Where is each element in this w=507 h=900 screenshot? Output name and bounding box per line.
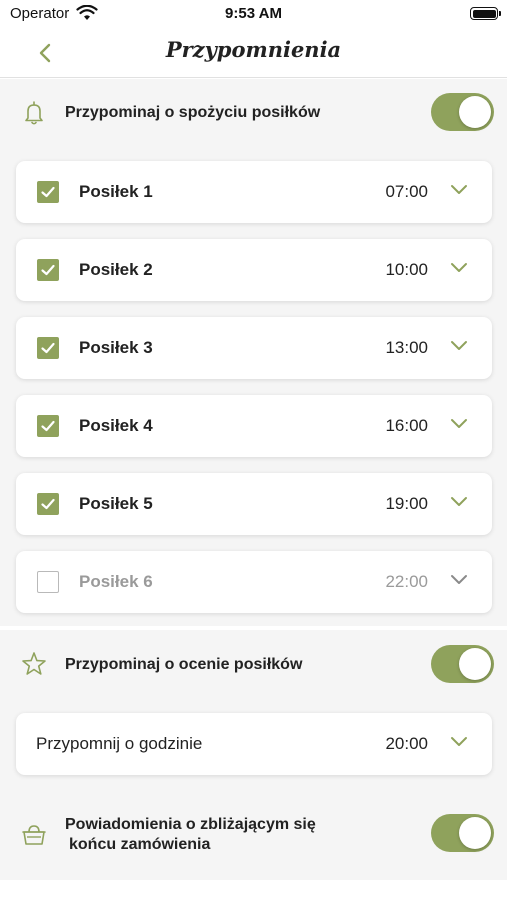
meal-reminder-row: Przypominaj o spożyciu posiłków bbox=[0, 79, 507, 145]
chevron-down-icon[interactable] bbox=[450, 574, 468, 586]
checkmark-icon bbox=[41, 264, 55, 276]
order-end-row: Powiadomienia o zbliżającym się końcu za… bbox=[0, 792, 507, 880]
checkmark-icon bbox=[41, 420, 55, 432]
order-end-label-line2: końcu zamówienia bbox=[69, 836, 211, 853]
page-title: Przypomnienia bbox=[165, 37, 342, 62]
checkmark-icon bbox=[41, 186, 55, 198]
meal-card[interactable]: Posiłek 5 19:00 bbox=[16, 473, 492, 535]
star-icon bbox=[22, 652, 46, 675]
meal-time: 22:00 bbox=[385, 572, 428, 591]
chevron-down-icon bbox=[451, 737, 467, 746]
basket-icon bbox=[22, 825, 46, 845]
meal-name: Posiłek 1 bbox=[79, 182, 153, 201]
meal-reminder-label: Przypominaj o spożyciu posiłków bbox=[65, 104, 321, 121]
meal-time: 16:00 bbox=[385, 416, 428, 435]
rating-reminder-toggle[interactable] bbox=[431, 645, 494, 683]
status-time: 9:53 AM bbox=[225, 5, 282, 22]
rating-time-card[interactable]: Przypomnij o godzinie 20:00 bbox=[16, 713, 492, 775]
meal-reminder-toggle[interactable] bbox=[431, 93, 494, 131]
checkmark-icon bbox=[41, 342, 55, 354]
meal-checkbox[interactable] bbox=[37, 337, 59, 359]
rating-reminder-row: Przypominaj o ocenie posiłków bbox=[0, 630, 507, 698]
meal-name: Posiłek 2 bbox=[79, 260, 153, 279]
meal-card[interactable]: Posiłek 4 16:00 bbox=[16, 395, 492, 457]
toggle-knob bbox=[459, 817, 491, 849]
toggle-knob bbox=[459, 96, 491, 128]
meal-name: Posiłek 4 bbox=[79, 416, 153, 435]
rating-reminder-label: Przypominaj o ocenie posiłków bbox=[65, 656, 303, 673]
meal-time: 13:00 bbox=[385, 338, 428, 357]
meal-card[interactable]: Posiłek 2 10:00 bbox=[16, 239, 492, 301]
chevron-down-icon[interactable] bbox=[450, 418, 468, 430]
meal-checkbox[interactable] bbox=[37, 571, 59, 593]
order-end-label: Powiadomienia o zbliżającym się końcu za… bbox=[65, 815, 316, 855]
navigation-bar: Przypomnienia bbox=[0, 28, 507, 78]
order-end-toggle[interactable] bbox=[431, 814, 494, 852]
battery-icon bbox=[470, 7, 501, 20]
meal-checkbox[interactable] bbox=[37, 415, 59, 437]
toggle-knob bbox=[459, 648, 491, 680]
meal-checkbox[interactable] bbox=[37, 493, 59, 515]
meal-name: Posiłek 6 bbox=[79, 572, 153, 591]
chevron-down-icon[interactable] bbox=[450, 496, 468, 508]
chevron-down-icon[interactable] bbox=[450, 340, 468, 352]
chevron-down-icon[interactable] bbox=[450, 184, 468, 196]
meal-card[interactable]: Posiłek 3 13:00 bbox=[16, 317, 492, 379]
meal-checkbox[interactable] bbox=[37, 259, 59, 281]
meal-card[interactable]: Posiłek 1 07:00 bbox=[16, 161, 492, 223]
meal-time: 19:00 bbox=[385, 494, 428, 513]
meal-name: Posiłek 5 bbox=[79, 494, 153, 513]
checkmark-icon bbox=[41, 498, 55, 510]
meal-checkbox[interactable] bbox=[37, 181, 59, 203]
rating-time-label: Przypomnij o godzinie bbox=[36, 734, 203, 753]
order-end-label-line1: Powiadomienia o zbliżającym się bbox=[65, 816, 316, 833]
meal-name: Posiłek 3 bbox=[79, 338, 153, 357]
rating-time-value: 20:00 bbox=[385, 734, 428, 753]
meal-card[interactable]: Posiłek 6 22:00 bbox=[16, 551, 492, 613]
meal-time: 10:00 bbox=[385, 260, 428, 279]
meal-time: 07:00 bbox=[385, 182, 428, 201]
bell-icon bbox=[25, 101, 43, 125]
chevron-down-icon[interactable] bbox=[450, 262, 468, 274]
status-bar: Operator 9:53 AM bbox=[0, 0, 507, 28]
